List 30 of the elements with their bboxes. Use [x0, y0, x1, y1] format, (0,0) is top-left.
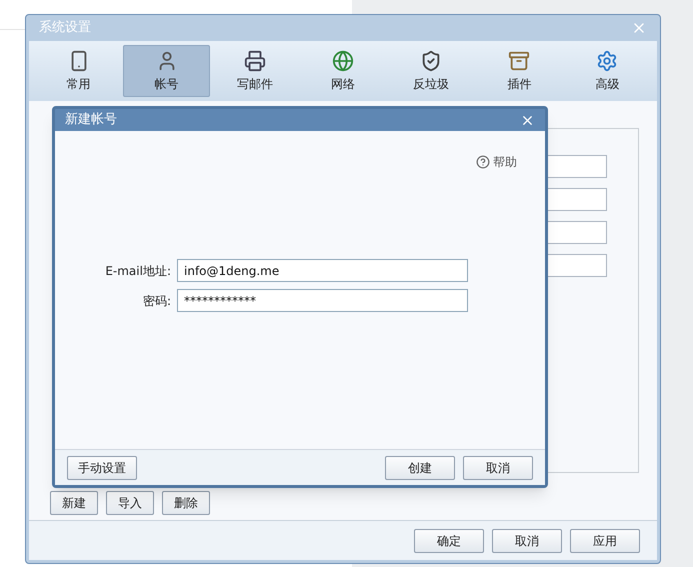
globe-icon — [332, 50, 354, 72]
help-link[interactable]: 帮助 — [476, 153, 517, 171]
toolbar-tab[interactable]: 网络 — [299, 45, 387, 97]
toolbar-tab[interactable]: 反垃圾 — [388, 45, 475, 97]
help-text[interactable]: 帮助 — [493, 153, 517, 171]
footer-button[interactable]: 确定 — [414, 528, 484, 552]
settings-icon — [596, 50, 618, 72]
toolbar-tab[interactable]: 写邮件 — [211, 45, 298, 97]
account-button[interactable]: 删除 — [162, 491, 210, 515]
window-title: 系统设置 — [39, 19, 91, 38]
dialog-title: 新建帐号 — [65, 111, 117, 130]
archive-box-icon — [508, 50, 530, 72]
manual-setup-button[interactable]: 手动设置 — [67, 456, 137, 480]
footer-button[interactable]: 应用 — [570, 528, 640, 552]
printer-icon — [244, 50, 266, 72]
footer-button[interactable]: 取消 — [492, 528, 562, 552]
help-icon — [476, 155, 490, 169]
toolbar-tab[interactable]: 高级 — [564, 45, 651, 97]
field-label: E-mail地址: — [104, 262, 172, 280]
account-button[interactable]: 导入 — [106, 491, 154, 515]
input-field[interactable]: ************ — [177, 289, 468, 312]
dialog-button[interactable]: 取消 — [463, 456, 533, 480]
account-button[interactable]: 新建 — [50, 491, 98, 515]
shield-icon — [420, 50, 442, 72]
input-field[interactable]: info@1deng.me — [177, 259, 468, 282]
dialog-button[interactable]: 创建 — [385, 456, 455, 480]
field-label: 密码: — [142, 292, 172, 310]
toolbar-tab[interactable]: 插件 — [476, 45, 563, 97]
toolbar-tab[interactable]: 帐号 — [123, 45, 210, 97]
toolbar-tab[interactable]: 常用 — [35, 45, 122, 97]
